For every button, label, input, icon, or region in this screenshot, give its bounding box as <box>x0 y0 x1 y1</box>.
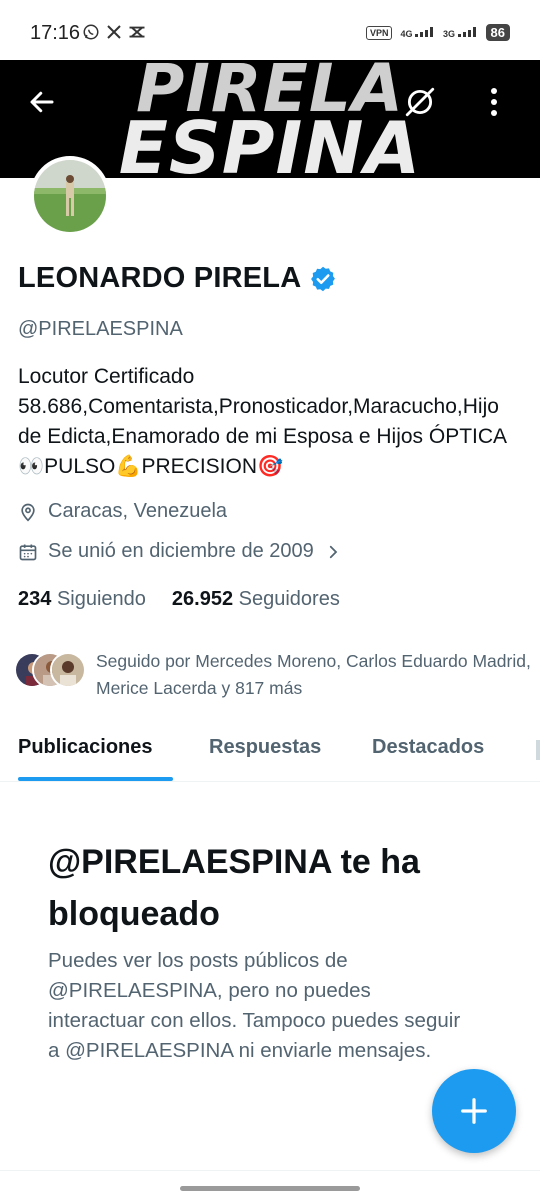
profile-avatar[interactable] <box>30 156 110 236</box>
followed-by-text: Seguido por Mercedes Moreno, Carlos Edua… <box>96 651 531 698</box>
slashed-circle-icon <box>405 87 435 117</box>
capcut-icon <box>129 26 145 38</box>
joined-text: Se unió en diciembre de 2009 <box>48 540 314 562</box>
tab-overflow-edge[interactable] <box>536 740 540 760</box>
more-options-button[interactable] <box>472 80 516 124</box>
profile-name: LEONARDO PIRELA <box>18 262 302 294</box>
signal-3g-icon: 3G <box>443 26 478 39</box>
followers-link[interactable]: 26.952 Seguidores <box>172 588 340 611</box>
back-button[interactable] <box>20 80 64 124</box>
whatsapp-icon <box>83 24 99 40</box>
battery-icon: 86 <box>485 24 510 41</box>
location-text: Caracas, Venezuela <box>48 500 228 522</box>
status-time: 17:16 <box>30 22 81 44</box>
profile-handle: @PIRELAESPINA <box>18 318 183 340</box>
profile-location: Caracas, Venezuela <box>18 500 227 523</box>
arrow-left-icon <box>30 91 54 113</box>
active-tab-indicator <box>18 777 173 781</box>
verified-badge-icon[interactable] <box>309 265 337 293</box>
followed-by-section[interactable]: Seguido por Mercedes Moreno, Carlos Edua… <box>14 648 536 702</box>
blocked-description: Puedes ver los posts públicos de @PIRELA… <box>48 949 461 1062</box>
divider <box>0 1170 540 1171</box>
compose-post-button[interactable] <box>432 1069 516 1153</box>
vertical-dots-icon <box>491 88 497 116</box>
x-icon <box>107 25 121 39</box>
location-pin-icon <box>21 503 35 522</box>
status-bar: 17:16 VPN 4G 3G 86 <box>0 0 540 60</box>
follower-avatar <box>50 652 86 688</box>
profile-tabs: Publicaciones Respuestas Destacados <box>0 716 540 782</box>
chevron-right-icon <box>329 545 338 558</box>
unfollow-icon-button[interactable] <box>398 80 442 124</box>
calendar-icon <box>19 544 37 560</box>
following-link[interactable]: 234 Siguiendo <box>18 588 146 611</box>
home-indicator[interactable] <box>180 1186 360 1191</box>
tab-respuestas[interactable]: Respuestas <box>209 736 321 759</box>
tab-publicaciones[interactable]: Publicaciones <box>18 736 153 759</box>
tab-destacados[interactable]: Destacados <box>372 736 484 759</box>
profile-bio: Locutor Certificado 58.686,Comentarista,… <box>18 365 508 478</box>
plus-icon <box>461 1098 487 1124</box>
blocked-title: @PIRELAESPINA te ha bloqueado <box>48 843 420 933</box>
vpn-icon: VPN <box>365 25 393 40</box>
profile-joined-date[interactable]: Se unió en diciembre de 2009 <box>18 540 342 563</box>
signal-4g-icon: 4G <box>400 26 435 39</box>
